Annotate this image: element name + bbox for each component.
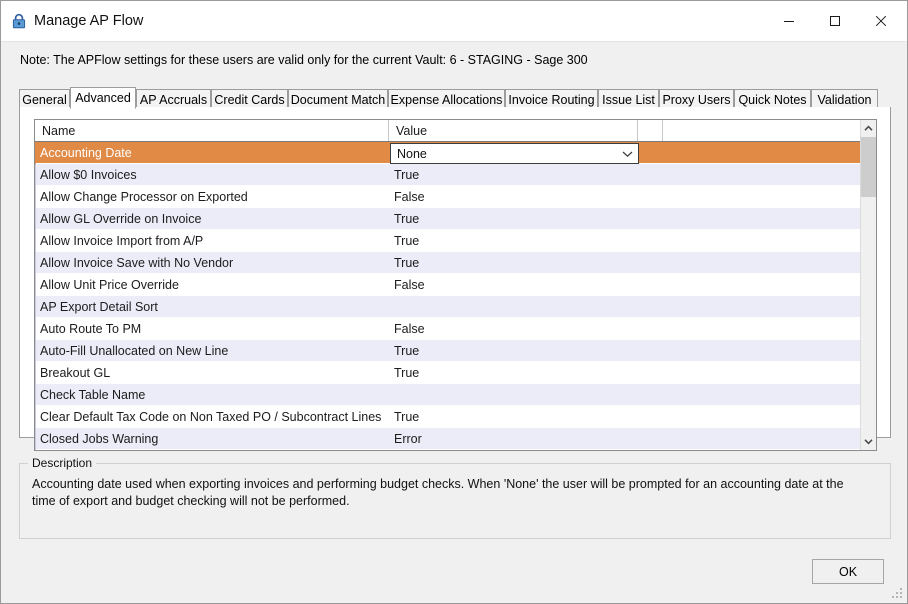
table-row[interactable]: Allow Invoice Import from A/P True	[35, 230, 860, 252]
setting-value[interactable]: False	[394, 318, 425, 340]
column-header-name[interactable]: Name	[35, 120, 389, 141]
table-row[interactable]: Allow Change Processor on Exported False	[35, 186, 860, 208]
tab-expense-allocations[interactable]: Expense Allocations	[388, 89, 505, 109]
grid-vertical-scrollbar[interactable]	[860, 120, 876, 450]
row-left-marker	[35, 296, 36, 318]
setting-value[interactable]: True	[394, 164, 419, 186]
row-left-marker	[35, 164, 36, 186]
chevron-down-icon[interactable]	[616, 144, 638, 163]
table-row[interactable]: Allow $0 Invoices True	[35, 164, 860, 186]
window-title: Manage AP Flow	[34, 13, 144, 29]
grid-header-row: Name Value	[35, 120, 876, 142]
setting-value[interactable]: True	[394, 406, 419, 428]
setting-name: Check Table Name	[40, 388, 146, 402]
tab-document-match[interactable]: Document Match	[288, 89, 388, 109]
setting-name: Allow Unit Price Override	[40, 278, 179, 292]
setting-value[interactable]: True	[394, 208, 419, 230]
setting-name: Allow $0 Invoices	[40, 168, 137, 182]
row-left-marker	[35, 428, 36, 450]
setting-name: Auto Route To PM	[40, 322, 142, 336]
row-left-marker	[35, 230, 36, 252]
table-row[interactable]: Auto Route To PM False	[35, 318, 860, 340]
close-icon	[875, 15, 887, 27]
row-left-marker	[35, 274, 36, 296]
setting-name: Clear Default Tax Code on Non Taxed PO /…	[40, 410, 382, 424]
setting-name: Allow GL Override on Invoice	[40, 212, 202, 226]
ok-button[interactable]: OK	[812, 559, 884, 584]
scroll-up-icon	[864, 125, 873, 131]
dropdown-selected-value: None	[397, 146, 427, 161]
scroll-down-icon	[864, 439, 873, 445]
table-row[interactable]: Clear Default Tax Code on Non Taxed PO /…	[35, 406, 860, 428]
row-left-marker	[35, 384, 36, 406]
row-left-marker	[35, 318, 36, 340]
table-row[interactable]: Check Table Name	[35, 384, 860, 406]
setting-value[interactable]: Error	[394, 428, 422, 450]
row-left-marker	[35, 208, 36, 230]
title-bar: Manage AP Flow	[1, 1, 907, 42]
row-left-marker	[35, 362, 36, 384]
tab-issue-list[interactable]: Issue List	[598, 89, 659, 109]
tab-quick-notes[interactable]: Quick Notes	[734, 89, 811, 109]
vault-note: Note: The APFlow settings for these user…	[20, 53, 588, 67]
table-row[interactable]: Allow GL Override on Invoice True	[35, 208, 860, 230]
setting-name: AP Export Detail Sort	[40, 300, 158, 314]
setting-name: Breakout GL	[40, 366, 111, 380]
setting-name: Allow Change Processor on Exported	[40, 190, 248, 204]
row-left-marker	[35, 252, 36, 274]
table-row[interactable]: Closed Jobs Warning Error	[35, 428, 860, 450]
manage-ap-flow-window: Manage AP Flow Note: The APFlow settings…	[0, 0, 908, 604]
table-row[interactable]: Accounting Date None	[35, 142, 860, 164]
accounting-date-dropdown[interactable]: None	[390, 143, 639, 164]
setting-value[interactable]: True	[394, 252, 419, 274]
settings-grid: Name Value Accounting Date None Allow $0 I…	[34, 119, 877, 451]
table-row[interactable]: Breakout GL True	[35, 362, 860, 384]
minimize-button[interactable]	[766, 1, 812, 41]
row-left-marker	[35, 186, 36, 208]
setting-name: Accounting Date	[40, 146, 132, 160]
scroll-down-button[interactable]	[861, 433, 876, 450]
grid-rows: Accounting Date None Allow $0 Invoices True…	[35, 142, 876, 450]
setting-value[interactable]: False	[394, 274, 425, 296]
description-text: Accounting date used when exporting invo…	[32, 477, 844, 508]
minimize-icon	[784, 21, 794, 22]
tab-strip: General Advanced AP Accruals Credit Cards Do…	[19, 87, 891, 109]
tab-credit-cards[interactable]: Credit Cards	[211, 89, 288, 109]
tab-proxy-users[interactable]: Proxy Users	[659, 89, 734, 109]
column-header-extra-2[interactable]	[663, 120, 860, 141]
setting-value[interactable]: False	[394, 186, 425, 208]
tab-page-advanced: Name Value Accounting Date None Allow $0 I…	[19, 107, 891, 451]
maximize-button[interactable]	[812, 1, 858, 41]
description-legend: Description	[28, 456, 97, 470]
row-left-marker	[35, 340, 36, 362]
setting-name: Closed Jobs Warning	[40, 432, 159, 446]
tab-validation[interactable]: Validation	[811, 89, 878, 109]
setting-name: Auto-Fill Unallocated on New Line	[40, 344, 229, 358]
tab-invoice-routing[interactable]: Invoice Routing	[505, 89, 598, 109]
row-left-marker	[35, 406, 36, 428]
setting-name: Allow Invoice Import from A/P	[40, 234, 204, 248]
setting-value[interactable]: True	[394, 340, 419, 362]
scroll-up-button[interactable]	[861, 120, 876, 137]
column-header-extra-1[interactable]	[638, 120, 663, 141]
row-left-marker	[35, 142, 36, 164]
lock-icon	[10, 12, 28, 30]
tab-advanced[interactable]: Advanced	[70, 87, 136, 109]
tab-ap-accruals[interactable]: AP Accruals	[136, 89, 211, 109]
table-row[interactable]: Allow Unit Price Override False	[35, 274, 860, 296]
description-group: Description Accounting date used when ex…	[19, 456, 891, 539]
table-row[interactable]: AP Export Detail Sort	[35, 296, 860, 318]
tab-general[interactable]: General	[19, 89, 70, 109]
setting-name: Allow Invoice Save with No Vendor	[40, 256, 234, 270]
close-button[interactable]	[858, 1, 904, 41]
table-row[interactable]: Allow Invoice Save with No Vendor True	[35, 252, 860, 274]
column-header-value[interactable]: Value	[389, 120, 638, 141]
setting-value[interactable]: True	[394, 230, 419, 252]
maximize-icon	[830, 16, 840, 26]
scrollbar-thumb[interactable]	[861, 137, 876, 197]
resize-grip-icon[interactable]	[891, 587, 904, 600]
table-row[interactable]: Auto-Fill Unallocated on New Line True	[35, 340, 860, 362]
setting-value[interactable]: True	[394, 362, 419, 384]
